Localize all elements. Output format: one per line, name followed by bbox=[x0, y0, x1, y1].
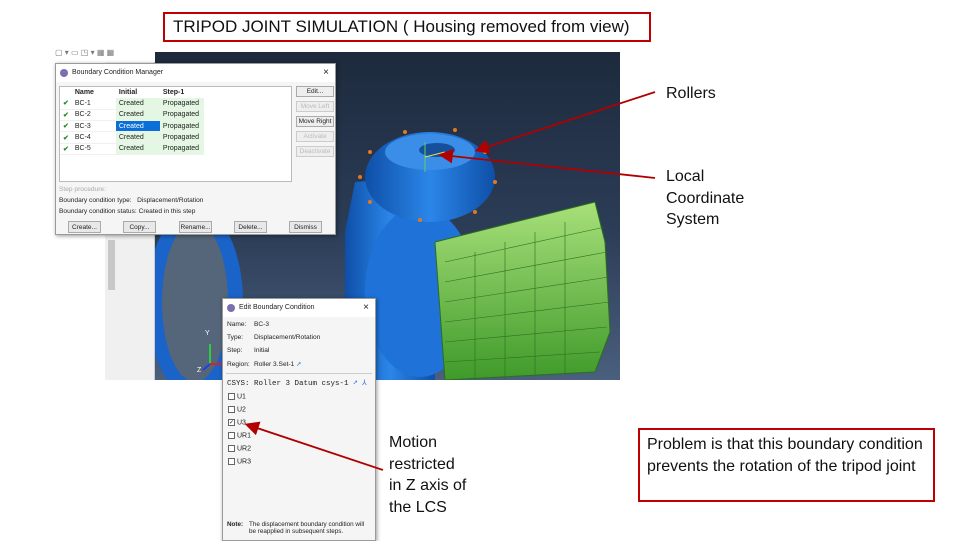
bc-step1[interactable]: Propagated bbox=[159, 98, 204, 110]
col-step1: Step-1 bbox=[162, 89, 185, 96]
bc-table: Name Initial Step-1 ✔ BC-1 Created Propagated… bbox=[59, 86, 292, 182]
step-procedure-label: Step procedure: bbox=[59, 186, 106, 193]
dof-u1-checkbox[interactable]: U1 bbox=[228, 393, 246, 400]
csys-value: CSYS: Roller 3 Datum csys-1 bbox=[227, 380, 349, 388]
step-label: Step: bbox=[227, 347, 243, 354]
problem-callout: Problem is that this boundary condition … bbox=[638, 428, 935, 502]
bc-initial[interactable]: Created bbox=[115, 143, 160, 155]
name-label: Name: bbox=[227, 321, 247, 328]
dof-ur3-checkbox[interactable]: UR3 bbox=[228, 458, 251, 465]
dof-ur2-checkbox[interactable]: UR2 bbox=[228, 445, 251, 452]
bc-step1[interactable]: Propagated bbox=[159, 109, 204, 122]
step-value: Initial bbox=[254, 347, 270, 354]
slide-title: TRIPOD JOINT SIMULATION ( Housing remove… bbox=[163, 12, 651, 42]
type-value: Displacement/Rotation bbox=[254, 334, 321, 341]
triad-y-label: Y bbox=[205, 330, 210, 337]
bc-manager-dialog: Boundary Condition Manager × Name Initial S… bbox=[55, 63, 336, 235]
datum-csys-icon[interactable]: ⅄ bbox=[362, 380, 367, 388]
dof-label: UR2 bbox=[237, 445, 252, 453]
edit-bc-dialog: Edit Boundary Condition × Name: BC-3 Type:… bbox=[222, 298, 376, 541]
dialog-title: Edit Boundary Condition bbox=[239, 304, 315, 311]
table-row[interactable]: ✔ BC-1 Created Propagated bbox=[60, 98, 204, 110]
dof-label: UR3 bbox=[237, 458, 252, 466]
dismiss-button[interactable]: Dismiss bbox=[289, 221, 322, 233]
rollers-annotation: Rollers bbox=[666, 85, 716, 102]
dof-label: UR1 bbox=[237, 432, 252, 440]
dof-label: U2 bbox=[237, 406, 246, 414]
lcs-annotation: Local Coordinate System bbox=[666, 168, 745, 228]
bc-type-value: Displacement/Rotation bbox=[137, 197, 204, 204]
close-icon[interactable]: × bbox=[323, 64, 329, 82]
dof-u3-checkbox[interactable]: ✓ U3 bbox=[228, 419, 246, 426]
table-row[interactable]: ✔ BC-5 Created Propagated bbox=[60, 143, 204, 155]
bc-initial[interactable]: Created bbox=[115, 131, 160, 144]
bc-initial[interactable]: Created bbox=[115, 98, 160, 110]
deactivate-button[interactable]: Deactivate bbox=[296, 146, 334, 157]
triad-z-label: Z bbox=[197, 367, 202, 374]
rename-button[interactable]: Rename... bbox=[179, 221, 212, 233]
region-value: Roller 3.Set-1 bbox=[254, 361, 295, 368]
dof-label: U3 bbox=[237, 419, 246, 427]
bc-initial[interactable]: Created bbox=[115, 109, 160, 122]
dof-label: U1 bbox=[237, 393, 246, 401]
dof-u2-checkbox[interactable]: U2 bbox=[228, 406, 246, 413]
motion-annotation: Motion restricted in Z axis of the LCS bbox=[389, 434, 467, 516]
bc-type-label: Boundary condition type: bbox=[59, 197, 132, 204]
bc-status-label: Boundary condition status: bbox=[59, 208, 137, 215]
bc-name: BC-2 bbox=[71, 109, 116, 122]
name-value: BC-3 bbox=[254, 321, 270, 328]
app-icon bbox=[227, 304, 235, 312]
dof-ur1-checkbox[interactable]: UR1 bbox=[228, 432, 251, 439]
note-label: Note: bbox=[227, 521, 244, 528]
delete-button[interactable]: Delete... bbox=[234, 221, 267, 233]
bc-initial-selected[interactable]: Created bbox=[115, 120, 160, 133]
move-right-button[interactable]: Move Right bbox=[296, 116, 334, 127]
check-icon: ✔ bbox=[60, 131, 72, 144]
bc-step1[interactable]: Propagated bbox=[159, 143, 204, 155]
bc-name: BC-1 bbox=[71, 98, 116, 110]
select-csys-icon[interactable]: ➚ bbox=[353, 380, 358, 388]
type-label: Type: bbox=[227, 334, 244, 341]
copy-button[interactable]: Copy... bbox=[123, 221, 156, 233]
create-button[interactable]: Create... bbox=[68, 221, 101, 233]
table-row[interactable]: ✔ BC-3 Created Propagated bbox=[60, 120, 204, 133]
check-icon: ✔ bbox=[60, 120, 72, 133]
select-cursor-icon[interactable]: ➚ bbox=[296, 361, 302, 368]
dialog-title: Boundary Condition Manager bbox=[72, 69, 164, 76]
bc-step1[interactable]: Propagated bbox=[159, 120, 204, 133]
bc-status-value: Created in this step bbox=[138, 208, 196, 215]
app-icon bbox=[60, 69, 68, 77]
check-icon: ✔ bbox=[60, 143, 72, 155]
bc-step1[interactable]: Propagated bbox=[159, 131, 204, 144]
table-row[interactable]: ✔ BC-2 Created Propagated bbox=[60, 109, 204, 122]
bc-name: BC-5 bbox=[71, 143, 116, 155]
bc-name: BC-3 bbox=[71, 120, 116, 133]
bc-name: BC-4 bbox=[71, 131, 116, 144]
check-icon: ✔ bbox=[60, 98, 72, 110]
edit-button[interactable]: Edit... bbox=[296, 86, 334, 97]
table-row[interactable]: ✔ BC-4 Created Propagated bbox=[60, 131, 204, 144]
region-label: Region: bbox=[227, 361, 250, 368]
activate-button[interactable]: Activate bbox=[296, 131, 334, 142]
col-name: Name bbox=[74, 89, 94, 96]
col-initial: Initial bbox=[118, 89, 138, 96]
check-icon: ✔ bbox=[60, 109, 72, 122]
close-icon[interactable]: × bbox=[363, 299, 369, 317]
move-left-button[interactable]: Move Left bbox=[296, 101, 334, 112]
scrollbar[interactable] bbox=[108, 240, 115, 290]
note-text: The displacement boundary condition will… bbox=[249, 521, 365, 535]
toolbar-strip: ▢ ▾ ▭ ◳ ▾ ▦ ▦ bbox=[55, 48, 115, 57]
